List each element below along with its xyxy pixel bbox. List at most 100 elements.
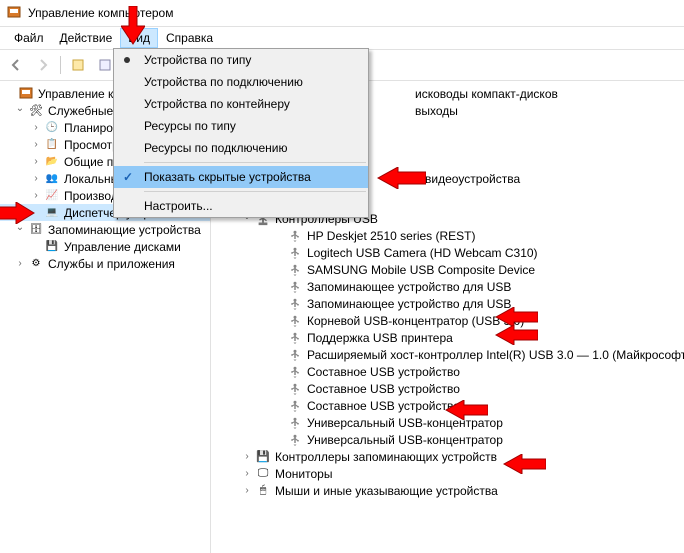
tree-item-label: выходы — [413, 104, 458, 118]
menu-item-4[interactable]: Ресурсы по подключению — [114, 137, 368, 159]
menu-item-1[interactable]: Устройства по подключению — [114, 71, 368, 93]
tree-item-label: HP Deskjet 2510 series (REST) — [305, 229, 476, 243]
tree-diskmanager[interactable]: Управление дисками — [0, 238, 210, 255]
tree-item-label: Составное USB устройство — [305, 399, 460, 413]
chevron-down-icon[interactable] — [14, 105, 26, 117]
tree-usb-item-1[interactable]: Logitech USB Camera (HD Webcam C310) — [211, 244, 684, 261]
usb-device-icon — [287, 330, 303, 346]
chevron-right-icon[interactable] — [14, 258, 26, 270]
tree-usb-item-0[interactable]: HP Deskjet 2510 series (REST) — [211, 227, 684, 244]
tree-item-label: Составное USB устройство — [305, 382, 460, 396]
annotation-arrow-left-4 — [444, 400, 488, 420]
mmc-icon — [18, 86, 34, 102]
annotation-arrow-left-3 — [494, 325, 538, 345]
menu-separator — [144, 191, 366, 192]
menu-item-2[interactable]: Устройства по контейнеру — [114, 93, 368, 115]
menu-item-label: Показать скрытые устройства — [144, 170, 311, 184]
annotation-arrow-right-1 — [0, 202, 36, 224]
tree-cat-storagectrl[interactable]: 💾Контроллеры запоминающих устройств — [211, 448, 684, 465]
annotation-arrow-left-2 — [494, 307, 538, 327]
shares-icon — [44, 154, 60, 170]
menu-item-0[interactable]: Устройства по типу — [114, 49, 368, 71]
tb-up[interactable] — [66, 53, 90, 77]
view-dropdown: Устройства по типу Устройства по подключе… — [113, 48, 369, 218]
usb-device-icon — [287, 313, 303, 329]
menu-item-8[interactable]: Настроить... — [114, 195, 368, 217]
titlebar: Управление компьютером — [0, 0, 684, 27]
chevron-right-icon[interactable] — [30, 190, 42, 202]
window-title: Управление компьютером — [28, 6, 173, 20]
menu-separator — [144, 162, 366, 163]
chevron-right-icon[interactable] — [30, 139, 42, 151]
menu-item-label: Ресурсы по типу — [144, 119, 236, 133]
menu-file[interactable]: Файл — [6, 28, 52, 48]
chevron-right-icon[interactable] — [30, 173, 42, 185]
services-icon — [28, 256, 44, 272]
tb-back[interactable] — [4, 53, 28, 77]
tree-usb-item-6[interactable]: Поддержка USB принтера — [211, 329, 684, 346]
menu-item-label: Настроить... — [144, 199, 213, 213]
tree-usb-item-8[interactable]: Составное USB устройство — [211, 363, 684, 380]
usb-device-icon — [287, 398, 303, 414]
menu-item-label: Устройства по контейнеру — [144, 97, 290, 111]
tree-item-label: Logitech USB Camera (HD Webcam C310) — [305, 246, 538, 260]
tree-cat-monitors[interactable]: 🖵Мониторы — [211, 465, 684, 482]
tree-usb-item-2[interactable]: SAMSUNG Mobile USB Composite Device — [211, 261, 684, 278]
eventviewer-icon — [44, 137, 60, 153]
usb-device-icon — [287, 364, 303, 380]
chevron-down-icon[interactable] — [14, 224, 26, 236]
radio-dot-icon — [124, 57, 130, 63]
menu-help[interactable]: Справка — [158, 28, 221, 48]
app-icon — [6, 5, 22, 21]
menu-item-6[interactable]: ✓ Показать скрытые устройства — [114, 166, 368, 188]
tree-item-label: Запоминающее устройство для USB — [305, 297, 511, 311]
tree-usb-item-7[interactable]: Расширяемый хост-контроллер Intel(R) USB… — [211, 346, 684, 363]
scheduler-icon — [44, 120, 60, 136]
chevron-right-icon[interactable] — [241, 485, 253, 497]
tree-usb-item-4[interactable]: Запоминающее устройство для USB — [211, 295, 684, 312]
perf-icon — [44, 188, 60, 204]
tb-sep-1 — [60, 56, 61, 74]
chevron-right-icon[interactable] — [241, 451, 253, 463]
tree-item-label: Поддержка USB принтера — [305, 331, 453, 345]
tree-item-label: исководы компакт-дисков — [413, 87, 558, 101]
menu-item-3[interactable]: Ресурсы по типу — [114, 115, 368, 137]
usb-device-icon — [287, 296, 303, 312]
tree-item-label: Контроллеры запоминающих устройств — [273, 450, 497, 464]
check-icon: ✓ — [120, 170, 136, 184]
tree-usb-item-9[interactable]: Составное USB устройство — [211, 380, 684, 397]
tree-item-label: Составное USB устройство — [305, 365, 460, 379]
usb-device-icon — [287, 279, 303, 295]
menu-item-label: Ресурсы по подключению — [144, 141, 287, 155]
tree-usb-item-3[interactable]: Запоминающее устройство для USB — [211, 278, 684, 295]
tree-item-label: Корневой USB-концентратор (USB 3.0) — [305, 314, 524, 328]
menu-item-label: Устройства по подключению — [144, 75, 303, 89]
annotation-arrow-left-5 — [502, 454, 546, 474]
chevron-right-icon[interactable] — [30, 156, 42, 168]
disk-icon — [44, 239, 60, 255]
menubar: Файл Действие Вид Справка — [0, 27, 684, 50]
tree-item-label: Запоминающее устройство для USB — [305, 280, 511, 294]
storage-ctrl-icon: 💾 — [255, 449, 271, 465]
chevron-right-icon[interactable] — [241, 468, 253, 480]
usb-device-icon — [287, 262, 303, 278]
menu-action[interactable]: Действие — [52, 28, 121, 48]
tb-fwd[interactable] — [31, 53, 55, 77]
tree-cat-mice[interactable]: 🖱Мыши и иные указывающие устройства — [211, 482, 684, 499]
annotation-arrow-left-1 — [376, 167, 426, 189]
tree-item-label: Мыши и иные указывающие устройства — [273, 484, 498, 498]
monitor-icon: 🖵 — [255, 466, 271, 482]
tree-usb-item-12[interactable]: Универсальный USB-концентратор — [211, 431, 684, 448]
users-icon — [44, 171, 60, 187]
usb-device-icon — [287, 381, 303, 397]
tree-item-label: Мониторы — [273, 467, 332, 481]
tree-usb-item-5[interactable]: Корневой USB-концентратор (USB 3.0) — [211, 312, 684, 329]
chevron-right-icon[interactable] — [30, 122, 42, 134]
usb-device-icon — [287, 228, 303, 244]
usb-device-icon — [287, 245, 303, 261]
tree-item-label: SAMSUNG Mobile USB Composite Device — [305, 263, 535, 277]
menu-item-label: Устройства по типу — [144, 53, 251, 67]
devmgr-icon — [44, 205, 60, 221]
tree-services-group[interactable]: Службы и приложения — [0, 255, 210, 272]
cd-icon — [395, 86, 411, 102]
